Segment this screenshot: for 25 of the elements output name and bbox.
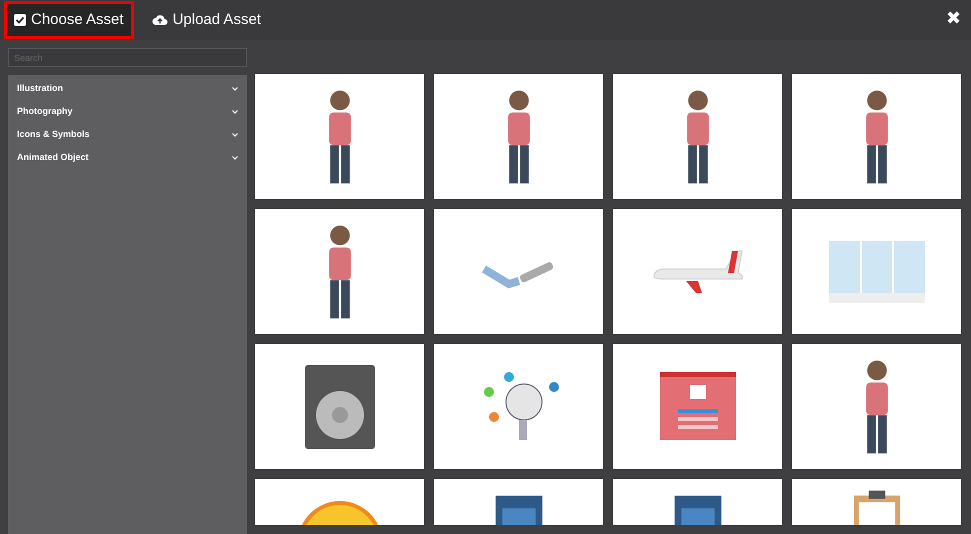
- asset-tile[interactable]: [434, 74, 603, 199]
- chevron-icon: [232, 156, 238, 160]
- asset-tile[interactable]: [792, 74, 961, 199]
- checkbox-icon: [14, 14, 26, 26]
- asset-tile[interactable]: [255, 344, 424, 469]
- cloud-upload-icon: [152, 14, 168, 26]
- tab[interactable]: Upload Asset: [142, 1, 271, 39]
- chevron-icon: [232, 110, 238, 114]
- close-button[interactable]: ✖: [946, 9, 961, 27]
- asset-tile[interactable]: [255, 209, 424, 334]
- category-item[interactable]: Photography: [8, 100, 247, 123]
- asset-tile[interactable]: [434, 344, 603, 469]
- category-item[interactable]: Animated Object: [8, 146, 247, 169]
- asset-tile[interactable]: [613, 344, 782, 469]
- asset-tile[interactable]: [255, 74, 424, 199]
- category-item[interactable]: Icons & Symbols: [8, 123, 247, 146]
- chevron-icon: [232, 132, 238, 136]
- asset-tile[interactable]: [613, 74, 782, 199]
- asset-tile[interactable]: [613, 209, 782, 334]
- asset-tile[interactable]: [792, 209, 961, 334]
- category-item[interactable]: Illustration: [8, 77, 247, 100]
- asset-tile[interactable]: [792, 344, 961, 469]
- asset-tile[interactable]: [434, 209, 603, 334]
- chevron-icon: [232, 86, 238, 90]
- tab[interactable]: Choose Asset: [4, 1, 134, 39]
